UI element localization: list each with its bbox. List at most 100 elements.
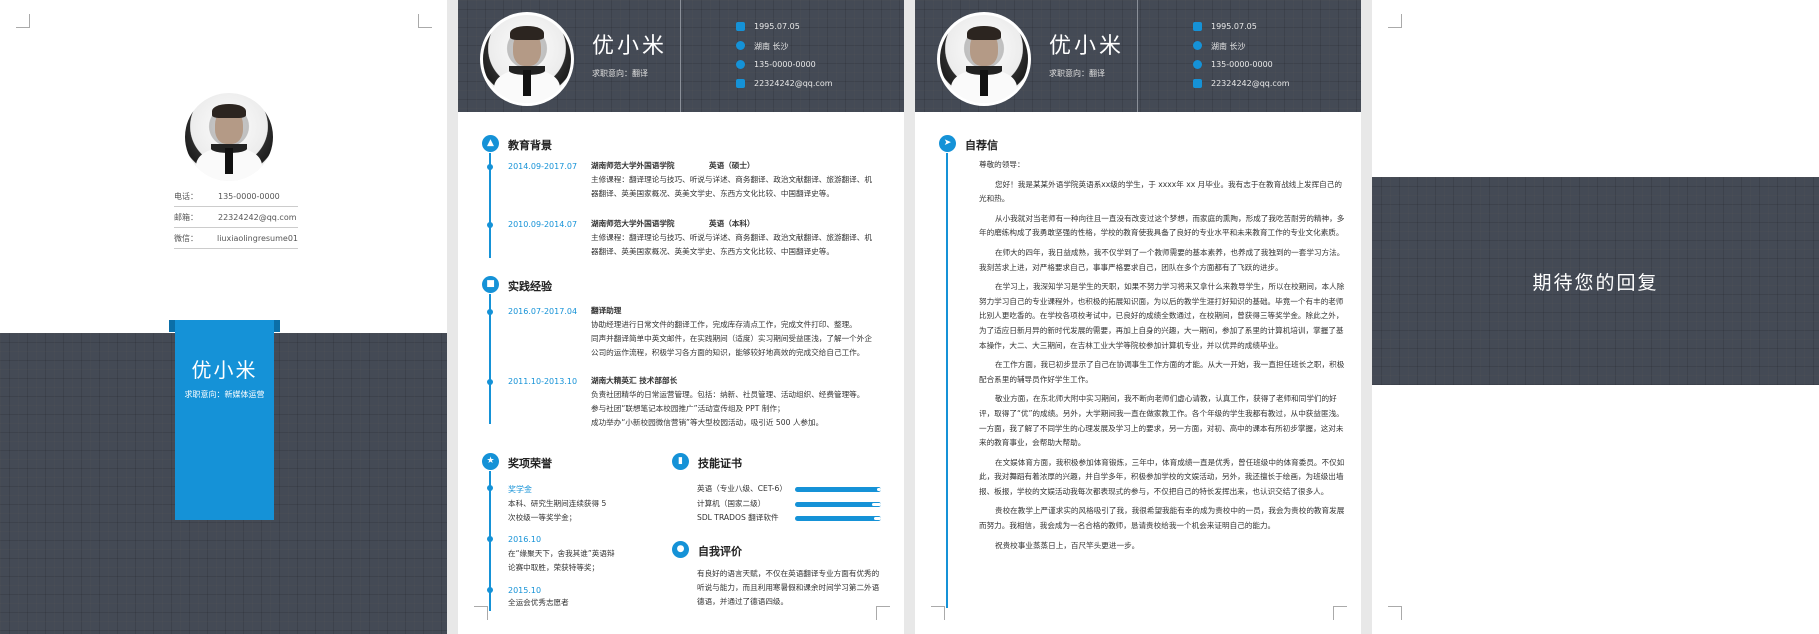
header-divider [680,0,681,112]
letter-paragraph: 在工作方面，我已初步显示了自己在协调事生工作方面的才能。从大一开始，我一直担任班… [979,360,1345,384]
award-desc: 全运会优秀志愿者 [508,598,569,607]
experience-role: 湖南大精英汇 技术部部长 [591,376,678,385]
cover-job: 求职意向：新媒体运营 [184,390,265,399]
location: 湖南 长沙 [1193,41,1246,52]
skill-label: SDL TRADOS 翻译软件 [697,513,779,522]
skill-bar [795,487,881,492]
email: 22324242@qq.com [1193,79,1290,88]
header-job: 求职意向：翻译 [1049,69,1105,78]
send-icon: ➤ [939,135,956,152]
timeline-dot [487,485,493,491]
mail-icon [1193,79,1202,88]
letter-paragraph: 在学习上，我深知学习是学生的天职，如果不努力学习将来又拿什么来教导学生，所以在校… [979,282,1345,350]
resume-header: 优小米 求职意向：翻译 1995.07.05 湖南 长沙 135-0000-00… [458,0,904,112]
education-date: 2014.09-2017.07 [508,162,578,171]
self-title: 自我评价 [698,545,742,558]
mail-icon [736,79,745,88]
avatar [182,90,276,184]
education-degree: 英语（本科） [709,219,755,228]
phone-icon [736,60,745,69]
birthday: 1995.07.05 [736,22,800,31]
back-band: 期待您的回复 [1372,177,1819,385]
birthday: 1995.07.05 [1193,22,1257,31]
experience-desc: 负责社团精华的日常运营管理。包括：纳新、社员管理、活动组织、经费管理等。 参与社团… [591,390,865,427]
timeline-dot [487,536,493,542]
letter-paragraph: 贵校在教学上严谨求实的风格吸引了我，我很希望我能有幸的成为贵校中的一员，我会为贵… [979,506,1345,531]
header-divider [1137,0,1138,112]
resume-page: 优小米 求职意向：翻译 1995.07.05 湖南 长沙 135-0000-00… [458,0,904,634]
education-courses: 主修课程：翻译理论与技巧、听说与详述、商务翻译、政治文献翻译、旅游翻译、机 器翻译… [591,175,872,198]
experience-desc: 协助经理进行日常文件的翻译工作，完成库存清点工作，完成文件打印、整理。 同声并翻译… [591,320,872,357]
contact-phone: 电话： 135-0000-0000 [174,187,298,207]
name-card: 优小米 求职意向：新媒体运营 [175,320,274,520]
experience-title: 实践经验 [508,280,552,293]
comment-icon: ● [672,541,689,558]
education-courses: 主修课程：翻译理论与技巧、听说与详述、商务翻译、政治文献翻译、旅游翻译、机 器翻译… [591,233,872,256]
education-school: 湖南师范大学外国语学院 [591,161,675,170]
trophy-icon: ★ [482,453,499,470]
timeline-dot [487,587,493,593]
timeline-dot [487,379,493,385]
crop-mark [876,606,890,620]
letter-paragraph: 从小我就对当老师有一种向往且一直没有改变过这个梦想，而家庭的熏陶，形成了我吃苦耐… [979,213,1345,238]
skill-bar [795,502,881,507]
skill-label: 英语（专业八级、CET-6） [697,484,787,493]
graduation-cap-icon: ▲ [482,135,499,152]
experience-date: 2011.10-2013.10 [508,377,578,386]
cover-page: 电话： 135-0000-0000 邮箱： 22324242@qq.com 微信： l… [0,0,447,634]
skills-title: 技能证书 [698,457,742,470]
award-desc: 在“缘聚天下，舍我其谁”英语辩 论赛中取胜，荣获特等奖； [508,549,615,572]
chart-bars-icon: ▮ [672,453,689,470]
letter-greeting: 尊敬的领导： [979,160,1025,169]
award-date: 奖学金 [508,485,532,494]
awards-title: 奖项荣誉 [508,457,552,470]
phone: 135-0000-0000 [736,60,816,69]
education-date: 2010.09-2014.07 [508,220,578,229]
header-name: 优小米 [592,34,668,59]
phone: 135-0000-0000 [1193,60,1273,69]
education-degree: 英语（硕士） [709,161,755,170]
letter-body: 尊敬的领导： 您好！我是某某外语学院英语系xx级的学生，于 xxxx年 xx 月… [979,158,1347,558]
letter-paragraph: 在师大的四年，我日益成熟，我不仅学到了一个教师需要的基本素养，也养成了我独到的一… [979,247,1345,272]
person-icon [736,22,745,31]
letter-paragraph: 在文娱体育方面，我积极参加体育锻炼，三年中，体育成绩一直是优秀，曾任班级中的体育… [979,457,1345,496]
award-desc: 本科、研究生期间连续获得 5 次校级一等奖学金； [508,499,607,522]
crop-mark [1388,14,1402,28]
contact-wechat: 微信： liuxiaolingresume01 [174,229,298,249]
experience-date: 2016.07-2017.04 [508,307,578,316]
back-page: 期待您的回复 [1372,0,1819,634]
email: 22324242@qq.com [736,79,833,88]
crop-mark [1333,606,1347,620]
letter-page: 优小米 求职意向：翻译 1995.07.05 湖南 长沙 135-0000-00… [915,0,1361,634]
contact-email: 邮箱： 22324242@qq.com [174,208,298,228]
award-date: 2016.10 [508,535,542,544]
crop-mark [474,606,488,620]
cover-name: 优小米 [191,358,258,382]
self-desc: 有良好的语言天赋，不仅在英语翻译专业方面有优秀的 听说与能力，而且利用寒暑假和课余… [697,569,880,606]
location: 湖南 长沙 [736,41,789,52]
timeline-dot [487,222,493,228]
education-title: 教育背景 [508,139,552,152]
letter-title: 自荐信 [965,139,998,152]
header-job: 求职意向：翻译 [592,69,648,78]
back-message: 期待您的回复 [1532,271,1659,294]
letter-paragraph: 您好！我是某某外语学院英语系xx级的学生，于 xxxx年 xx 月毕业。我有志于… [979,179,1342,204]
avatar [937,12,1031,106]
timeline-dot [487,309,493,315]
crop-mark [1388,606,1402,620]
crop-mark [418,14,432,28]
phone-icon [1193,60,1202,69]
letter-paragraph: 敬业方面，在东北师大附中实习期间，我不断向老师们虚心请教，认真工作，获得了老师和… [979,394,1344,448]
letter-header: 优小米 求职意向：翻译 1995.07.05 湖南 长沙 135-0000-00… [915,0,1361,112]
briefcase-icon: ■ [482,276,499,293]
letter-paragraph: 祝贵校事业蒸蒸日上，百尺竿头更进一步。 [995,540,1140,550]
education-school: 湖南师范大学外国语学院 [591,219,675,228]
experience-role: 翻译助理 [591,306,622,315]
header-name: 优小米 [1049,34,1125,59]
crop-mark [931,606,945,620]
skill-label: 计算机（国家二级） [697,499,766,508]
person-icon [1193,22,1202,31]
award-date: 2015.10 [508,586,542,595]
letter-timeline [946,153,948,608]
avatar [480,12,574,106]
